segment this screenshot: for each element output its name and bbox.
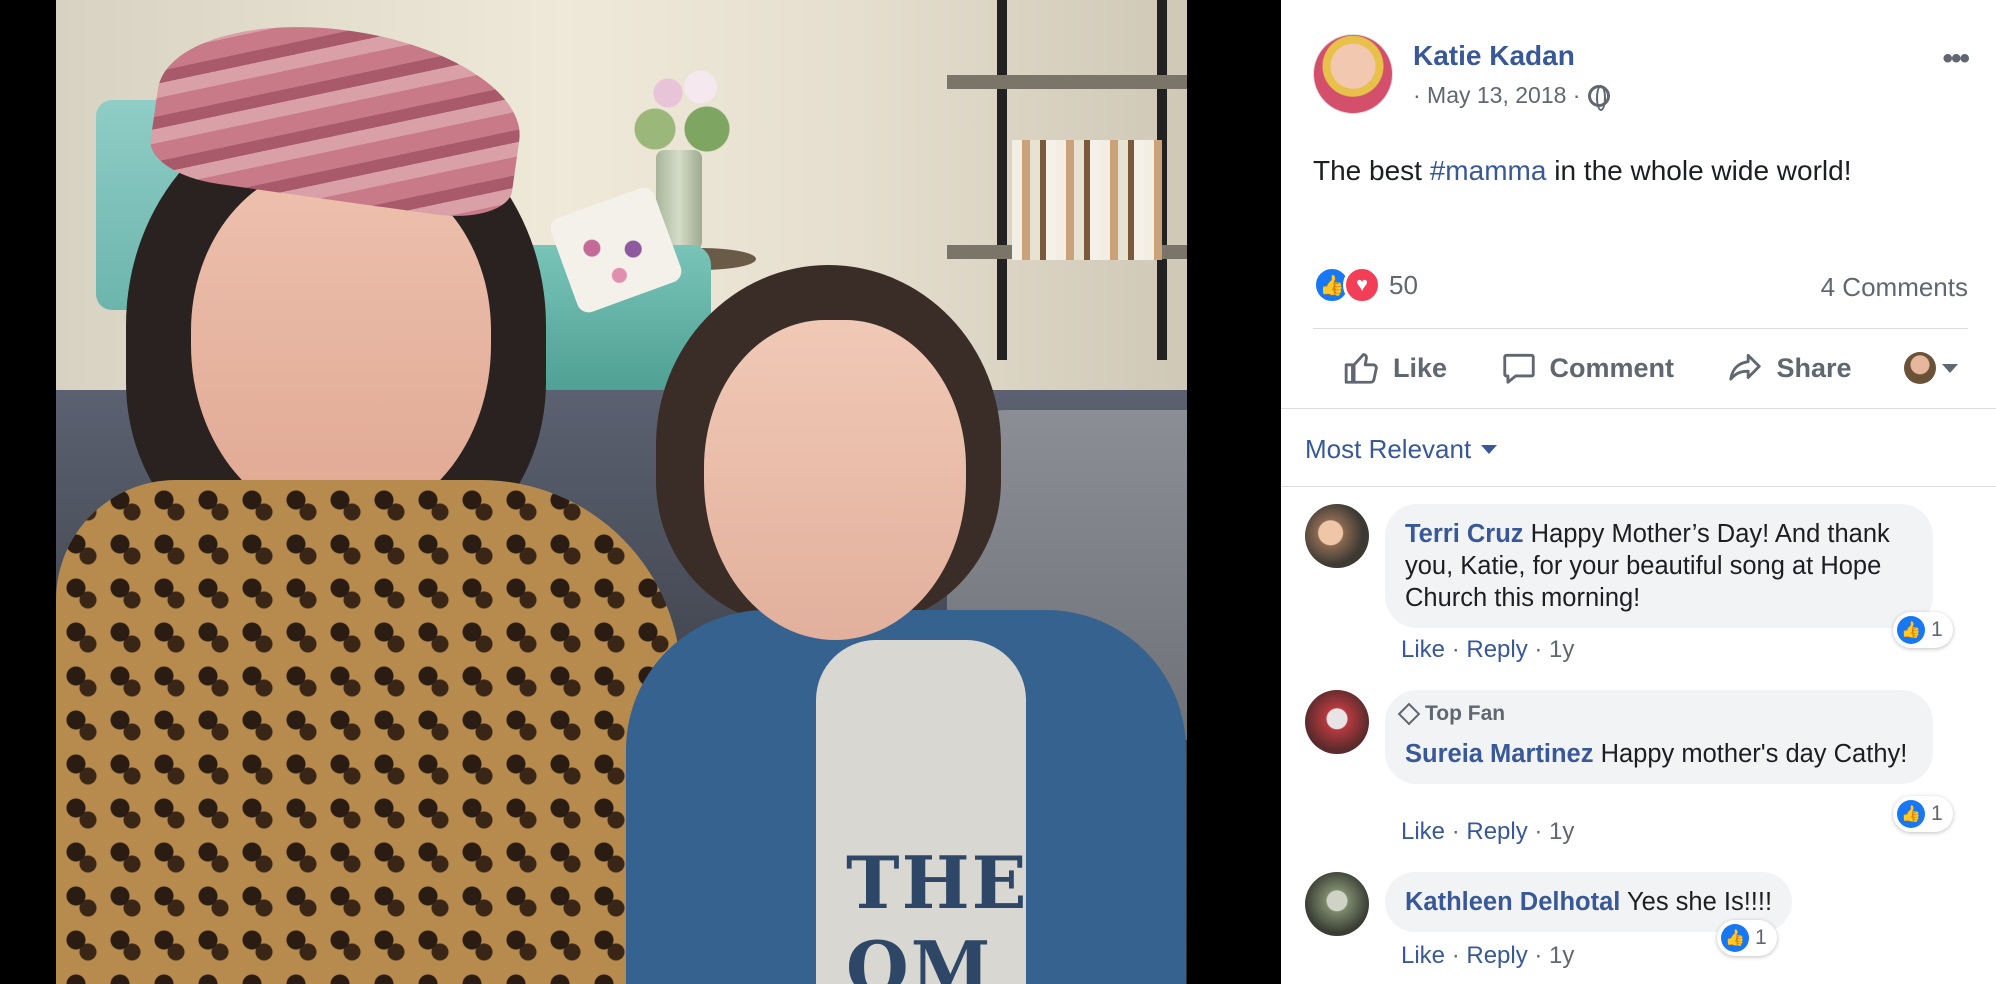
comment-like-count[interactable]: 👍 1: [1893, 612, 1953, 648]
post-viewer: THE OM Katie Kadan · May 13, 2018 · ••• …: [0, 0, 1996, 984]
top-fan-badge[interactable]: Top Fan: [1397, 702, 1506, 726]
comment-time[interactable]: 1y: [1549, 636, 1574, 663]
reactions-summary[interactable]: 👍 ♥ 50: [1313, 266, 1418, 304]
divider: [1281, 486, 1996, 487]
post-text-start: The best: [1313, 155, 1430, 186]
comment-like-number: 1: [1931, 618, 1943, 641]
chevron-down-icon: [1481, 445, 1498, 454]
post-panel: Katie Kadan · May 13, 2018 · ••• The bes…: [1281, 0, 1996, 984]
post-text: The best #mamma in the whole wide world!: [1313, 155, 1851, 187]
comment-actions: Like · Reply · 1y: [1401, 636, 1575, 663]
comment-bubble: Terri Cruz Happy Mother’s Day! And thank…: [1385, 504, 1933, 628]
commenter-avatar[interactable]: [1305, 872, 1369, 936]
divider: [1281, 408, 1996, 409]
comment-time[interactable]: 1y: [1549, 942, 1574, 969]
user-avatar: [1904, 352, 1936, 384]
more-options-icon[interactable]: •••: [1942, 42, 1969, 76]
author-name[interactable]: Katie Kadan: [1413, 40, 1575, 72]
comment-reply-link[interactable]: Reply: [1466, 942, 1527, 969]
divider: [1313, 328, 1968, 329]
love-reaction-icon: ♥: [1343, 266, 1381, 304]
chevron-down-icon: [1942, 363, 1958, 373]
share-label: Share: [1776, 352, 1852, 383]
like-reaction-icon: 👍: [1897, 616, 1925, 644]
react-as-selector[interactable]: [1904, 352, 1958, 384]
comment-button[interactable]: Comment: [1500, 349, 1675, 387]
commenter-name[interactable]: Kathleen Delhotal: [1405, 888, 1620, 916]
photo-person-left-face: [191, 165, 491, 525]
globe-icon[interactable]: [1588, 84, 1611, 111]
post-photo[interactable]: THE OM: [56, 0, 1187, 984]
comment-time[interactable]: 1y: [1549, 818, 1574, 845]
badge-label: Top Fan: [1425, 702, 1506, 725]
diamond-icon: [1397, 702, 1421, 726]
comment-actions: Like · Reply · 1y: [1401, 818, 1575, 845]
comment-reply-link[interactable]: Reply: [1466, 636, 1527, 663]
post-date[interactable]: · May 13, 2018 ·: [1413, 82, 1580, 109]
photo-flowers: [616, 45, 746, 165]
commenter-avatar[interactable]: [1305, 690, 1369, 754]
comment-text: Yes she Is!!!!: [1627, 888, 1773, 916]
like-reaction-icon: 👍: [1897, 800, 1925, 828]
sort-label: Most Relevant: [1305, 434, 1472, 464]
comment-sort-dropdown[interactable]: Most Relevant: [1305, 434, 1498, 465]
commenter-avatar[interactable]: [1305, 504, 1369, 568]
comment-label: Comment: [1549, 352, 1675, 383]
post-actions: Like Comment Share: [1313, 336, 1968, 400]
comment-like-number: 1: [1755, 926, 1767, 949]
comments-count-link[interactable]: 4 Comments: [1821, 272, 1968, 303]
comment-reply-link[interactable]: Reply: [1466, 818, 1527, 845]
comment-text: Happy mother's day Cathy!: [1600, 740, 1908, 768]
comment-icon: [1502, 353, 1535, 384]
reaction-count: 50: [1389, 269, 1418, 300]
comment-like-count[interactable]: 👍 1: [1717, 920, 1777, 956]
commenter-name[interactable]: Terri Cruz: [1405, 520, 1524, 548]
photo-leopard-shirt: [56, 480, 681, 984]
comment-actions: Like · Reply · 1y: [1401, 942, 1575, 969]
photo-person-right-face: [704, 320, 966, 640]
hashtag-link[interactable]: #mamma: [1430, 155, 1547, 186]
comment-like-link[interactable]: Like: [1401, 818, 1445, 845]
share-button[interactable]: Share: [1726, 349, 1852, 387]
like-button[interactable]: Like: [1343, 349, 1447, 387]
comment-like-number: 1: [1931, 802, 1943, 825]
comment-like-link[interactable]: Like: [1401, 636, 1445, 663]
thumbs-up-icon: [1344, 353, 1378, 384]
photo-books: [1012, 140, 1162, 260]
like-label: Like: [1393, 352, 1448, 383]
author-avatar[interactable]: [1313, 34, 1393, 114]
like-reaction-icon: 👍: [1721, 924, 1749, 952]
comment-like-link[interactable]: Like: [1401, 942, 1445, 969]
comment-like-count[interactable]: 👍 1: [1893, 796, 1953, 832]
share-icon: [1729, 353, 1762, 381]
post-meta: · May 13, 2018 ·: [1413, 82, 1611, 111]
photo-shirt-text: THE OM: [846, 840, 1029, 984]
commenter-name[interactable]: Sureia Martinez: [1405, 740, 1593, 768]
post-text-end: in the whole wide world!: [1546, 155, 1852, 186]
